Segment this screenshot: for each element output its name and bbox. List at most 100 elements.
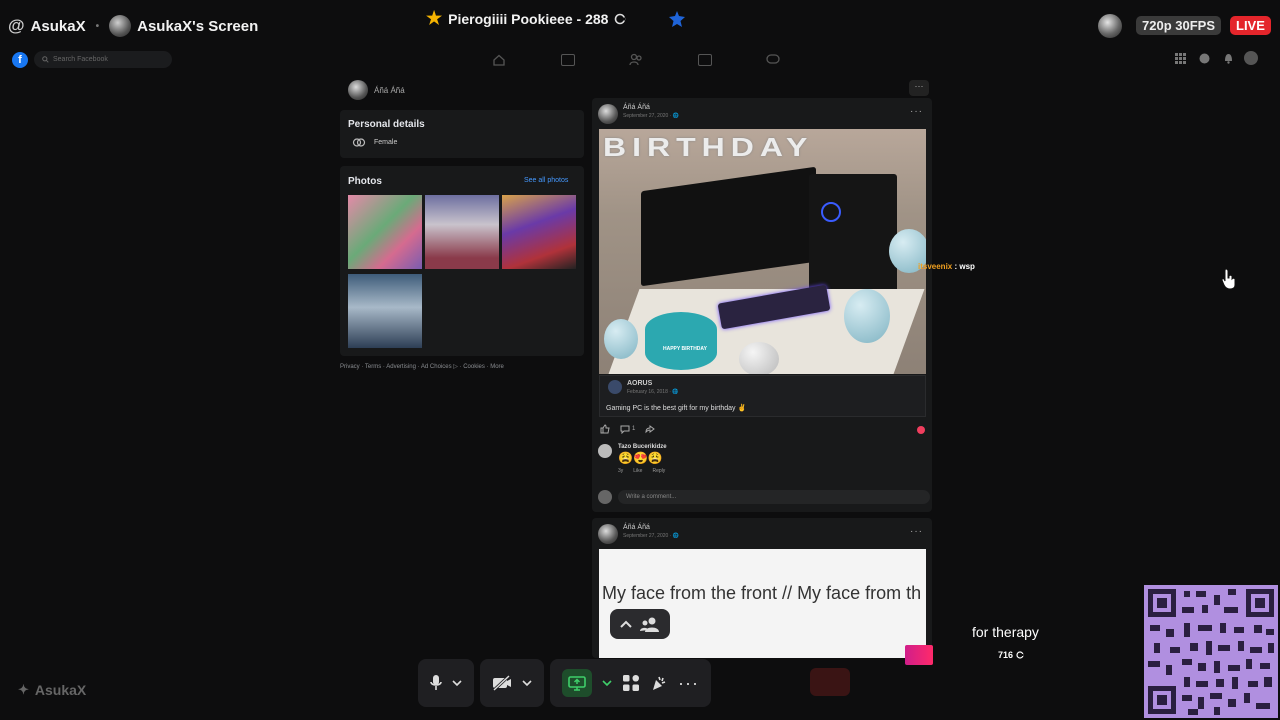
current-user-avatar <box>598 490 612 504</box>
post-actions: 1 <box>600 424 656 434</box>
qr-code[interactable] <box>1144 585 1278 718</box>
quality-badge: 720p 30FPS <box>1136 16 1221 35</box>
photo-thumbnail[interactable] <box>425 195 499 269</box>
see-all-photos-link[interactable]: See all photos <box>524 177 568 184</box>
balloon <box>739 342 779 374</box>
gender-icon <box>352 138 366 147</box>
notifications-bell-icon[interactable] <box>1223 53 1234 64</box>
participants-toggle[interactable] <box>610 609 670 639</box>
microphone-icon[interactable] <box>430 674 442 692</box>
profile-mini-header: Áñá Áñá <box>348 80 405 100</box>
profile-more-button[interactable]: ··· <box>909 80 929 96</box>
photos-title: Photos <box>348 176 382 187</box>
chevron-down-icon[interactable] <box>522 679 532 687</box>
coin-icon <box>615 13 626 24</box>
comment: Tazo Bucerikidze 😩😍😩 3y Like Reply <box>598 444 667 474</box>
shared-text: Gaming PC is the best gift for my birthd… <box>606 405 747 412</box>
disconnect-button[interactable] <box>810 668 850 696</box>
comment-icon <box>620 425 630 434</box>
shared-author[interactable]: AORUS <box>627 380 679 387</box>
watch-nav-icon[interactable] <box>561 54 575 66</box>
host-name: AsukaX <box>30 17 86 35</box>
commenter-name[interactable]: Tazo Bucerikidze <box>618 444 667 450</box>
stream-host[interactable]: @ AsukaX • AsukaX's Screen <box>8 15 258 37</box>
photo-thumbnail[interactable] <box>502 195 576 269</box>
chevron-down-icon[interactable] <box>452 679 462 687</box>
chat-message: itsveenix : wsp <box>918 262 975 271</box>
shared-post[interactable]: AORUS February 16, 2018 · 🌐 Gaming PC is… <box>599 375 926 417</box>
account-avatar[interactable] <box>1244 51 1258 65</box>
activities-icon[interactable] <box>622 674 640 692</box>
post-date[interactable]: September 27, 2020 · 🌐 <box>623 113 679 119</box>
write-comment-placeholder: Write a comment... <box>626 494 677 500</box>
photo-thumbnail[interactable] <box>348 274 422 348</box>
pc-tower <box>809 174 897 294</box>
personal-details-title: Personal details <box>348 119 425 130</box>
gaming-nav-icon[interactable] <box>766 54 780 64</box>
search-placeholder: Search Facebook <box>53 56 108 63</box>
post-author[interactable]: Áñá Áñá <box>623 524 679 531</box>
viewer-avatar[interactable] <box>1098 14 1122 38</box>
comment-like-link[interactable]: Like <box>633 468 642 474</box>
post-author[interactable]: Áñá Áñá <box>623 104 679 111</box>
post-date[interactable]: September 27, 2020 · 🌐 <box>623 533 679 539</box>
write-comment-row: Write a comment... <box>598 490 930 504</box>
more-options-icon[interactable]: ··· <box>678 674 699 692</box>
gender-row: Female <box>352 138 397 147</box>
like-icon[interactable] <box>600 424 610 434</box>
friends-nav-icon[interactable] <box>629 53 643 66</box>
facebook-logo[interactable]: f <box>12 52 28 68</box>
post-header: Áñá Áñá September 27, 2020 · 🌐 <box>598 104 679 124</box>
write-comment-input[interactable]: Write a comment... <box>618 490 930 504</box>
donation-amount-value: 716 <box>998 650 1014 660</box>
stream-title: ★ Pierogiiii Pookieee - 288 <box>426 8 686 29</box>
profile-avatar[interactable] <box>348 80 368 100</box>
shared-date: February 16, 2018 · 🌐 <box>627 389 679 395</box>
search-icon <box>42 56 49 63</box>
camera-group <box>480 659 544 707</box>
shared-author-avatar[interactable] <box>608 380 622 394</box>
post-options-icon[interactable]: ··· <box>910 526 923 537</box>
people-icon <box>640 617 659 632</box>
chat-username: itsveenix <box>918 262 953 271</box>
soundboard-icon[interactable] <box>650 674 668 692</box>
chevron-down-icon[interactable] <box>602 679 612 687</box>
stream-title-text: Pierogiiii Pookieee - 288 <box>448 10 609 27</box>
photo-thumbnail[interactable] <box>348 195 422 269</box>
photos-card: Photos See all photos <box>340 166 584 356</box>
screen-label: AsukaX's Screen <box>137 17 259 35</box>
balloon <box>604 319 638 359</box>
comment-meta: 3y Like Reply <box>618 468 667 474</box>
host-avatar <box>109 15 132 37</box>
comment-action[interactable]: 1 <box>620 424 635 434</box>
author-avatar[interactable] <box>598 524 618 544</box>
chat-text: : wsp <box>952 262 975 271</box>
screen-share-icon <box>568 675 586 691</box>
stream-watermark: ✦ AsukaX <box>18 682 86 698</box>
home-nav-icon[interactable] <box>493 54 505 66</box>
footer-links[interactable]: Privacy · Terms · Advertising · Ad Choic… <box>340 363 504 370</box>
marketplace-nav-icon[interactable] <box>698 54 712 66</box>
facebook-search-input[interactable]: Search Facebook <box>34 51 172 68</box>
screen-share-button[interactable] <box>562 669 592 697</box>
share-group: ··· <box>550 659 711 707</box>
mic-group <box>418 659 474 707</box>
logo-icon: ✦ <box>18 682 29 697</box>
comment-text: 😩😍😩 <box>618 451 663 465</box>
personal-details-card: Personal details Female <box>340 110 584 158</box>
commenter-avatar[interactable] <box>598 444 612 458</box>
post-card: Áñá Áñá September 27, 2020 · 🌐 ··· BIRTH… <box>592 98 932 512</box>
reaction-badge[interactable] <box>917 426 925 434</box>
camera-off-icon[interactable] <box>492 675 512 691</box>
comment-age: 3y <box>618 468 624 474</box>
post-options-icon[interactable]: ··· <box>910 106 923 117</box>
menu-grid-icon[interactable] <box>1175 53 1186 64</box>
share-icon[interactable] <box>645 424 656 434</box>
comment-reply-link[interactable]: Reply <box>652 468 665 474</box>
star-icon: ★ <box>426 8 443 28</box>
post-photo[interactable]: BIRTHDAY HAPPY BIRTHDAY <box>599 129 926 374</box>
messenger-icon[interactable] <box>1199 53 1210 64</box>
author-avatar[interactable] <box>598 104 618 124</box>
post-image[interactable]: My face from the front // My face from t… <box>599 549 926 658</box>
chevron-up-icon <box>620 620 632 628</box>
